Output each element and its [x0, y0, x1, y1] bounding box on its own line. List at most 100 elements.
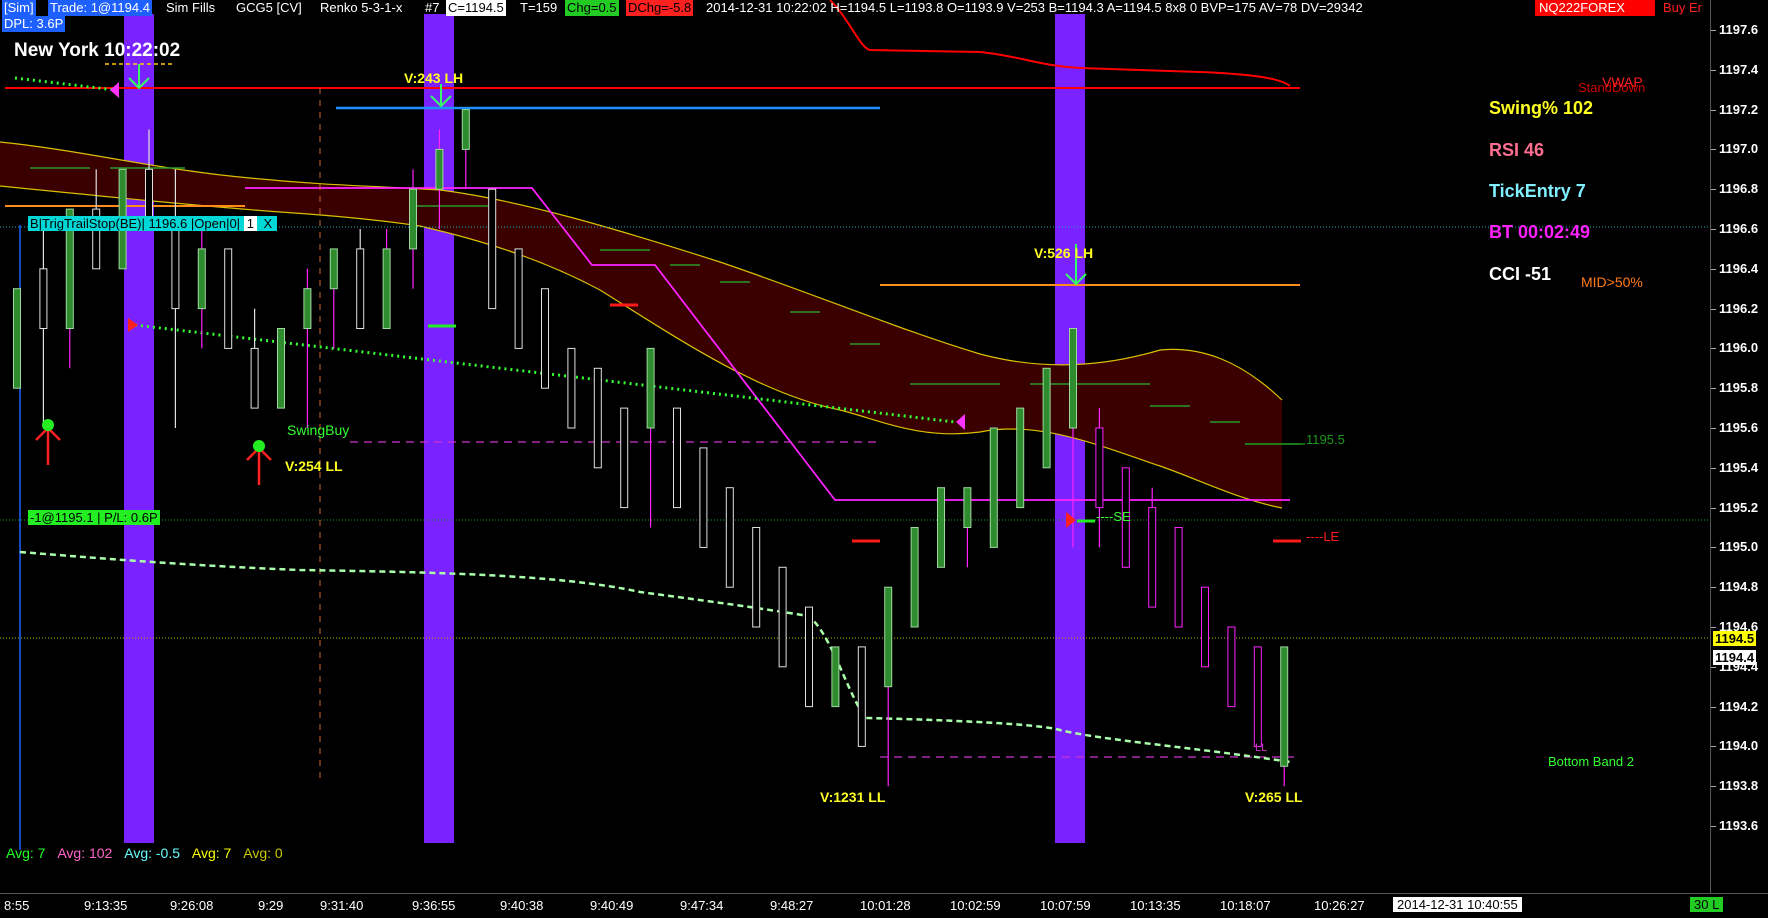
price-tick: 1196.0	[1719, 340, 1759, 356]
candle-body	[250, 347, 259, 409]
time-tick: 9:40:49	[590, 898, 634, 913]
candle-body	[1095, 427, 1104, 509]
swing-dot-1	[42, 419, 54, 431]
candle-body	[329, 248, 338, 290]
price-tick-mark	[1711, 507, 1716, 509]
label-v254: V:254 LL	[285, 458, 343, 474]
price-tick-mark	[1711, 348, 1716, 350]
candle-body	[356, 248, 365, 329]
candle-body	[1148, 507, 1157, 608]
candle-body	[963, 487, 972, 529]
price-tick-mark	[1711, 109, 1716, 111]
candle-body	[197, 248, 206, 310]
price-tick-mark	[1711, 268, 1716, 270]
time-tick: 10:13:35	[1130, 898, 1181, 913]
candle-body	[303, 288, 312, 330]
header-bar: [Sim] Trade: 1@1194.4 Sim Fills GCG5 [CV…	[0, 0, 1710, 16]
candle-body	[1069, 328, 1077, 429]
price-tick: 1194.2	[1719, 698, 1759, 714]
time-tick: 10:07:59	[1040, 898, 1091, 913]
order-qty[interactable]: 1	[243, 216, 257, 231]
candle-body	[171, 228, 180, 310]
avg-2: Avg: 102	[57, 845, 113, 861]
order-tag[interactable]: B|TrigTrailStop(BE)| 1196.6 |Open|0| 1 X	[28, 216, 278, 231]
price-tick-mark	[1711, 428, 1716, 429]
avg-4: Avg: 7	[191, 845, 232, 861]
price-tick-mark	[1711, 746, 1716, 748]
sim-fills-label: Sim Fills	[166, 0, 216, 15]
cci-value: CCI -51	[1489, 264, 1552, 284]
candle-body	[884, 586, 893, 688]
candle-body	[725, 487, 734, 588]
candle-body	[910, 527, 919, 628]
label-se: ----SE	[1096, 509, 1131, 524]
label-ll: LL	[1255, 742, 1268, 754]
dchg-label: DChg=-5.8	[626, 0, 694, 16]
price-tick-mark	[1711, 189, 1716, 191]
label-v243: V:243 LH	[404, 70, 464, 86]
position-tag[interactable]: -1@1195.1 | P/L: 0.6P	[28, 510, 160, 525]
candle-body	[409, 188, 417, 250]
price-tick-mark	[1711, 30, 1716, 31]
candle-body	[13, 288, 21, 389]
candle-body	[277, 328, 285, 409]
price-chart[interactable]	[0, 0, 1710, 893]
candle-body	[831, 646, 840, 708]
buy-label[interactable]: Buy Er	[1663, 0, 1702, 16]
cursor-time-tag: 2014-12-31 10:40:55	[1393, 897, 1522, 912]
price-tick: 1196.4	[1719, 260, 1759, 276]
channel-lower-edge	[0, 185, 1283, 509]
price-tick: 1195.6	[1719, 420, 1759, 435]
price-tick: 1196.6	[1719, 221, 1759, 236]
tick-entry: TickEntry 7	[1489, 181, 1586, 201]
candle-body	[567, 347, 576, 429]
candle-body	[1174, 527, 1183, 628]
label-1195-5: 1195.5	[1306, 432, 1345, 447]
bar-type-label: Renko 5-3-1-x	[320, 0, 403, 15]
price-tick: 1193.6	[1719, 818, 1759, 833]
price-axis[interactable]: 1197.6 1197.4 1197.2 1197.0 1196.8 1196.6 1196…	[1710, 0, 1768, 893]
time-tick: 9:36:55	[412, 898, 456, 913]
avg-1: Avg: 7	[6, 845, 46, 861]
bar-number-label: #7	[425, 0, 440, 15]
dpl-label: DPL: 3.6P	[2, 16, 66, 32]
time-axis[interactable]: 8:55 9:13:35 9:26:08 9:29 9:31:40 9:36:55 9:40…	[0, 893, 1768, 918]
price-tick: 1197.0	[1719, 141, 1759, 157]
price-tick: 1197.2	[1719, 101, 1759, 117]
bid-price-tag: 1194.4	[1713, 650, 1757, 665]
channel-band	[0, 142, 1282, 508]
account-label: NQ222FOREX	[1535, 0, 1655, 16]
time-tick: 9:29	[258, 898, 284, 913]
chart-panel[interactable]: [Sim] Trade: 1@1194.4 Sim Fills GCG5 [CV…	[0, 0, 1710, 893]
candle-body	[1042, 367, 1051, 469]
label-v1231: V:1231 LL	[820, 789, 886, 805]
candle-body	[488, 188, 497, 310]
candles-group	[13, 109, 1289, 787]
price-tick-mark	[1711, 666, 1716, 668]
candle-body	[1253, 646, 1262, 747]
candle-body	[1016, 407, 1025, 509]
candle-body	[541, 288, 549, 389]
price-tick-mark	[1711, 467, 1716, 469]
candle-body	[461, 109, 470, 150]
price-tick-mark	[1711, 229, 1716, 230]
time-tick: 9:13:35	[84, 898, 128, 913]
price-tick: 1193.8	[1719, 778, 1759, 794]
candle-body	[1227, 626, 1236, 708]
close-label: C=1194.5	[446, 0, 506, 16]
price-tick-mark	[1711, 826, 1716, 827]
price-tick-mark	[1711, 627, 1716, 628]
candle-body	[937, 487, 945, 568]
bar-timer: BT 00:02:49	[1489, 222, 1591, 242]
price-tick: 1195.8	[1719, 380, 1759, 396]
price-tick-mark	[1711, 547, 1716, 549]
time-tick: 9:31:40	[320, 898, 364, 913]
clock-display: New York 10:22:02	[14, 40, 180, 62]
candle-body	[699, 447, 708, 548]
price-tick-mark	[1711, 786, 1716, 788]
lower-band-line	[19, 550, 1291, 764]
price-tick: 1195.4	[1719, 459, 1759, 475]
order-close-button[interactable]: X	[261, 216, 276, 231]
trend-marker-left	[110, 82, 119, 98]
time-tick: 9:26:08	[170, 898, 214, 913]
